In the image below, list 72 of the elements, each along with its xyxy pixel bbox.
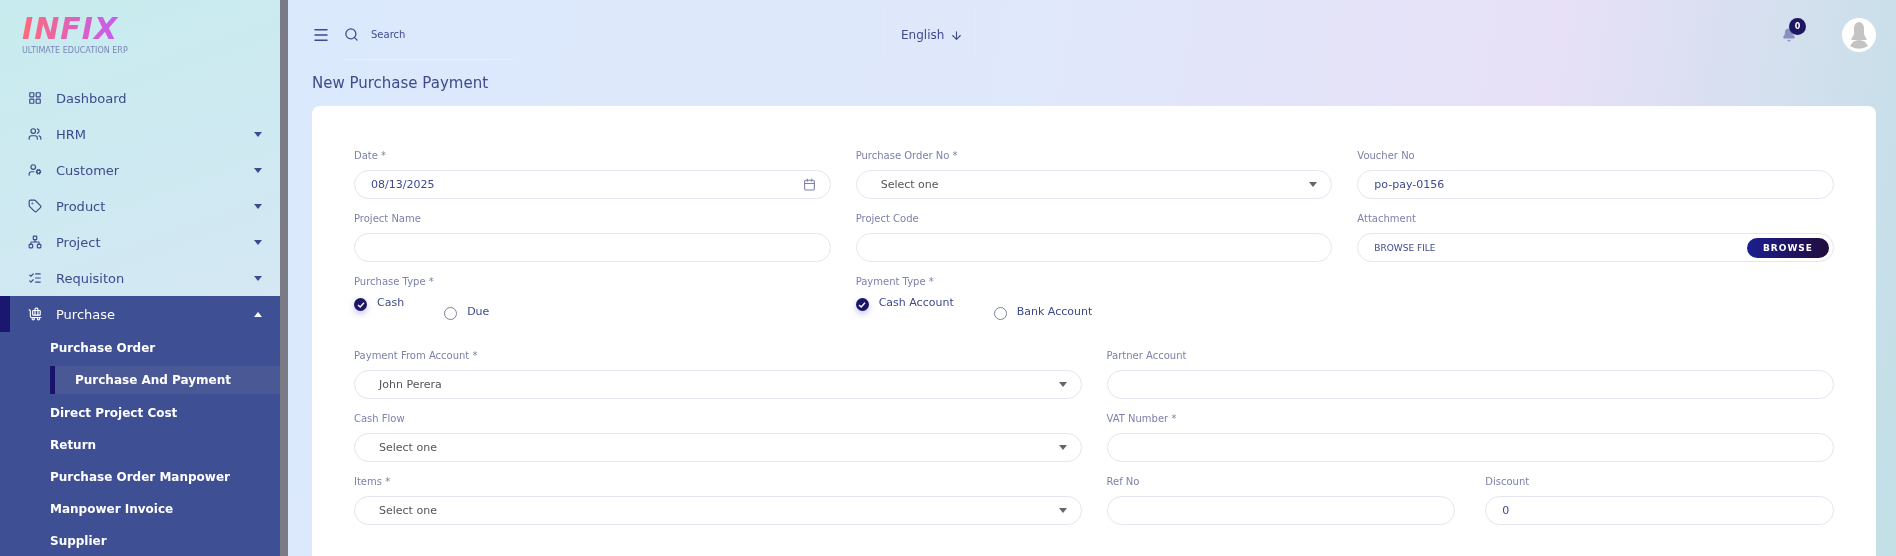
sidebar-item[interactable]: Purchase bbox=[0, 296, 280, 332]
text-input[interactable]: po-pay-0156 bbox=[1374, 178, 1819, 191]
menu-item-icon bbox=[28, 307, 42, 321]
caret-icon bbox=[1058, 445, 1067, 450]
sidebar-subitem[interactable]: Manpower Invoice bbox=[0, 493, 280, 525]
field-label: Cash Flow bbox=[354, 413, 406, 426]
field-label: Voucher No bbox=[1357, 150, 1416, 163]
sidebar-item[interactable]: Project bbox=[0, 224, 280, 260]
file-name: BROWSE FILE bbox=[1374, 242, 1437, 253]
calendar-icon bbox=[802, 178, 816, 191]
date-input[interactable]: 08/13/2025 bbox=[371, 178, 803, 191]
notification-button[interactable] bbox=[1782, 28, 1796, 42]
field-label: Ref No bbox=[1106, 476, 1141, 489]
caret-icon bbox=[254, 311, 262, 317]
sidebar-item[interactable]: HRM bbox=[0, 116, 280, 152]
check-icon bbox=[356, 300, 365, 309]
caret-icon bbox=[254, 239, 262, 245]
caret-icon bbox=[254, 203, 262, 209]
field-label: Payment Type * bbox=[855, 276, 935, 289]
search-field[interactable]: Search bbox=[344, 10, 514, 60]
radio-label: Due bbox=[467, 305, 490, 318]
sidebar-subitem[interactable]: Purchase And Payment bbox=[50, 366, 280, 394]
sidebar-item[interactable]: Dashboard bbox=[0, 80, 280, 116]
sidebar-subitem[interactable]: Supplier bbox=[0, 525, 280, 556]
menu-item-icon bbox=[28, 91, 42, 105]
search-input[interactable]: Search bbox=[369, 28, 489, 41]
page-title: New Purchase Payment bbox=[312, 74, 490, 92]
search-icon bbox=[344, 27, 359, 42]
radio-label: Cash bbox=[377, 296, 405, 309]
radio-label: Bank Account bbox=[1016, 305, 1093, 318]
sidebar-item[interactable]: Customer bbox=[0, 152, 280, 188]
arrow-down-icon bbox=[950, 28, 964, 42]
radio-button[interactable] bbox=[354, 298, 367, 311]
menu-button[interactable] bbox=[312, 26, 330, 44]
radio-label: Cash Account bbox=[878, 296, 954, 309]
field-label: VAT Number * bbox=[1106, 413, 1178, 426]
logo-subtitle: ULTIMATE EDUCATION ERP bbox=[22, 46, 129, 55]
caret-icon bbox=[1309, 182, 1318, 187]
sidebar-subitem[interactable]: Direct Project Cost bbox=[0, 397, 280, 429]
caret-icon bbox=[254, 167, 262, 173]
browse-button[interactable]: BROWSE bbox=[1747, 237, 1829, 258]
field-label: Partner Account bbox=[1106, 350, 1188, 363]
field-label: Purchase Type * bbox=[354, 276, 435, 289]
menu-item-icon bbox=[28, 199, 42, 213]
caret-icon bbox=[254, 131, 262, 137]
caret-icon bbox=[1058, 508, 1067, 513]
menu-item-icon bbox=[28, 235, 42, 249]
radio-button[interactable] bbox=[855, 298, 869, 311]
sidebar-subitem[interactable]: Return bbox=[0, 429, 280, 461]
menu-item-icon bbox=[28, 127, 42, 141]
field-label: Discount bbox=[1485, 476, 1531, 489]
language-selector[interactable]: English bbox=[883, 10, 977, 60]
menu-item-icon bbox=[28, 163, 42, 177]
sidebar-item[interactable]: Requisiton bbox=[0, 260, 280, 296]
avatar-icon[interactable] bbox=[1842, 18, 1876, 52]
field-label: Project Code bbox=[855, 213, 920, 226]
menu-item-icon bbox=[28, 271, 42, 285]
sidebar-item[interactable]: Product bbox=[0, 188, 280, 224]
field-label: Payment From Account * bbox=[354, 350, 479, 363]
field-label: Items * bbox=[354, 476, 392, 489]
field-label: Date * bbox=[354, 150, 388, 163]
notification-count: 0 bbox=[1789, 18, 1806, 35]
field-label: Attachment bbox=[1357, 213, 1417, 226]
caret-icon bbox=[1058, 382, 1067, 387]
sidebar-subitem[interactable]: Purchase Order Manpower bbox=[0, 461, 280, 493]
sidebar-subitem[interactable]: Purchase Order bbox=[0, 332, 280, 364]
field-label: Purchase Order No * bbox=[855, 150, 959, 163]
selection-marker bbox=[0, 296, 10, 332]
text-input[interactable]: 0 bbox=[1502, 504, 1819, 517]
caret-icon bbox=[254, 275, 262, 281]
field-label: Project Name bbox=[354, 213, 422, 226]
check-icon bbox=[858, 300, 867, 309]
